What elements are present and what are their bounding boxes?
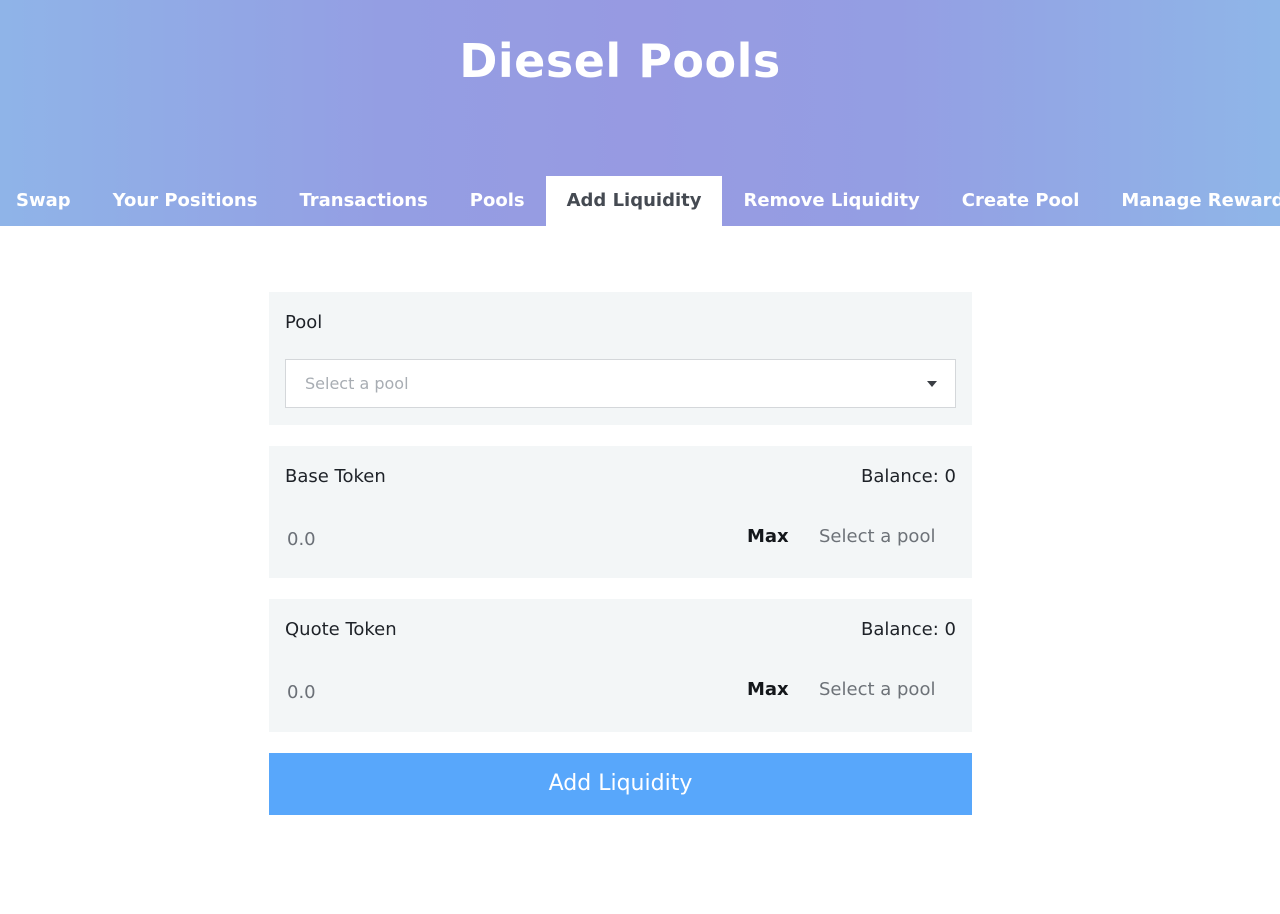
quote-token-card: Quote Token Balance: 0 Max Select a pool xyxy=(269,599,972,732)
quote-token-select[interactable]: Select a pool xyxy=(819,679,935,700)
quote-token-max-button[interactable]: Max xyxy=(747,679,789,700)
tab-create-pool[interactable]: Create Pool xyxy=(941,176,1101,226)
base-token-amount-input[interactable] xyxy=(287,526,707,552)
pool-select[interactable]: Select a pool xyxy=(285,359,956,408)
pool-select-placeholder: Select a pool xyxy=(305,374,409,393)
page-header: Diesel Pools Swap Your Positions Transac… xyxy=(0,0,1280,226)
base-token-label: Base Token xyxy=(285,466,386,487)
tab-your-positions[interactable]: Your Positions xyxy=(92,176,279,226)
base-token-balance: Balance: 0 xyxy=(860,466,956,487)
quote-token-label: Quote Token xyxy=(285,619,397,640)
base-token-card: Base Token Balance: 0 Max Select a pool xyxy=(269,446,972,578)
base-token-max-button[interactable]: Max xyxy=(747,526,789,547)
base-token-select[interactable]: Select a pool xyxy=(819,526,935,547)
tab-add-liquidity[interactable]: Add Liquidity xyxy=(545,176,723,226)
quote-token-balance: Balance: 0 xyxy=(860,619,956,640)
pool-label: Pool xyxy=(285,312,323,333)
tab-transactions[interactable]: Transactions xyxy=(278,176,448,226)
page-title: Diesel Pools xyxy=(459,34,781,88)
quote-token-amount-input[interactable] xyxy=(287,679,707,705)
tab-remove-liquidity[interactable]: Remove Liquidity xyxy=(722,176,940,226)
main-nav: Swap Your Positions Transactions Pools A… xyxy=(0,176,1280,226)
pool-card: Pool Select a pool xyxy=(269,292,972,425)
add-liquidity-button[interactable]: Add Liquidity xyxy=(269,753,972,815)
tab-swap[interactable]: Swap xyxy=(0,176,92,226)
caret-down-icon xyxy=(927,381,937,387)
tab-pools[interactable]: Pools xyxy=(449,176,546,226)
tab-manage-rewards[interactable]: Manage Rewards xyxy=(1100,176,1280,226)
